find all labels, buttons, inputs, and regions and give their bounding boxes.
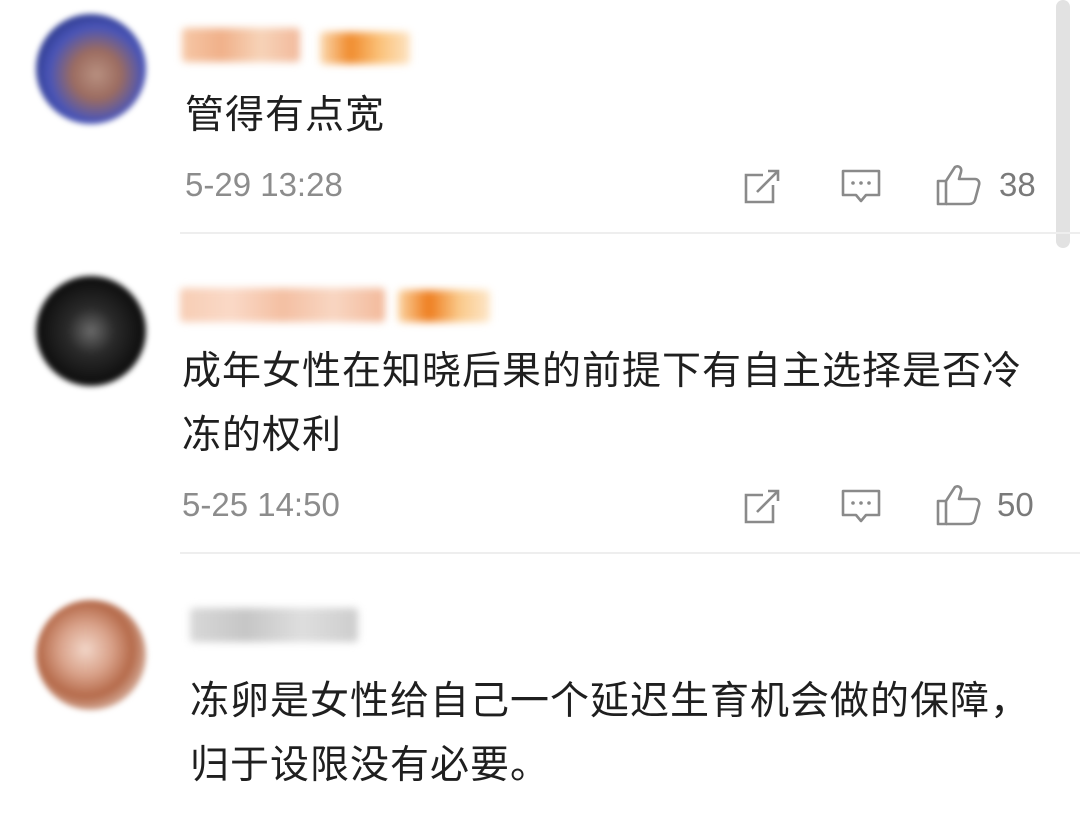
comment-text: 冻卵是女性给自己一个延迟生育机会做的保障，归于设限没有必要。 <box>190 679 1031 788</box>
avatar[interactable] <box>36 600 146 710</box>
user-badge <box>320 32 410 64</box>
username-blurred[interactable] <box>182 28 300 62</box>
username-blurred[interactable] <box>180 288 385 322</box>
comment-text: 管得有点宽 <box>185 93 386 138</box>
scrollbar[interactable] <box>1056 0 1070 248</box>
comment-date: 5-29 13:28 <box>185 166 343 203</box>
divider <box>180 552 1080 554</box>
thumbs-up-icon[interactable] <box>935 163 983 207</box>
user-badge <box>398 290 490 322</box>
username-blurred[interactable] <box>190 608 358 642</box>
divider <box>180 232 1080 234</box>
avatar[interactable] <box>36 14 146 124</box>
like-count: 38 <box>999 166 1036 203</box>
reply-icon[interactable] <box>840 488 882 528</box>
avatar[interactable] <box>36 276 146 386</box>
reply-icon[interactable] <box>840 168 882 208</box>
thumbs-up-icon[interactable] <box>935 483 983 527</box>
comment-date: 5-25 14:50 <box>182 486 340 523</box>
share-icon[interactable] <box>743 488 783 526</box>
comment-text: 成年女性在知晓后果的前提下有自主选择是否冷冻的权利 <box>182 349 1023 458</box>
share-icon[interactable] <box>743 168 783 206</box>
like-count: 50 <box>997 486 1034 523</box>
